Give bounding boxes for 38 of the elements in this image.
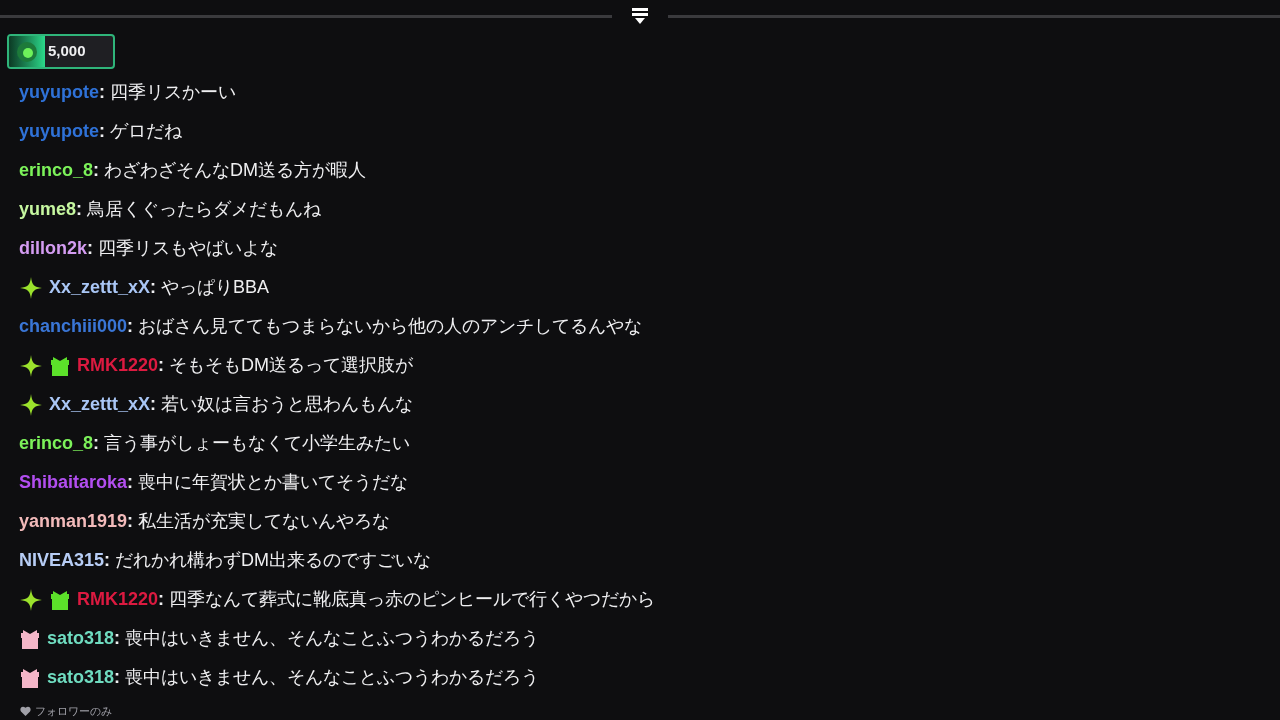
chat-username[interactable]: yanman1919 xyxy=(19,508,128,535)
chat-message: : そもそもDM送るって選択肢が xyxy=(158,354,414,377)
chat-username[interactable]: yuyupote xyxy=(19,79,99,106)
chat-message: : 喪中はいきません、そんなことふつうわかるだろう xyxy=(114,666,540,689)
chat-username[interactable]: erinco_8 xyxy=(19,430,94,457)
chat-username[interactable]: chanchiii000 xyxy=(19,313,128,340)
chat-message: : 言う事がしょーもなくて小学生みたい xyxy=(93,432,411,455)
chat-message: : わざわざそんなDM送る方が暇人 xyxy=(93,159,367,182)
chat-message: : 四季リスかーい xyxy=(99,81,237,104)
chat-message: : おばさん見ててもつまらないから他の人のアンチしてるんやな xyxy=(127,315,643,338)
chat-username[interactable]: Xx_zettt_xX xyxy=(49,391,151,418)
chat-username[interactable]: Xx_zettt_xX xyxy=(49,274,151,301)
chat-username[interactable]: yuyupote xyxy=(19,118,99,145)
chat-username[interactable]: RMK1220 xyxy=(77,352,159,379)
chat-message: : ゲロだね xyxy=(99,120,183,143)
chat-message: : 鳥居くぐったらダメだもんね xyxy=(76,198,322,221)
chat-username[interactable]: dillon2k xyxy=(19,235,87,262)
chat-username[interactable]: sato318 xyxy=(47,664,115,691)
chat-message: : 喪中に年賀状とか書いてそうだな xyxy=(127,471,409,494)
chat-message: : 四季なんて葬式に靴底真っ赤のピンヒールで行くやつだから xyxy=(158,588,656,611)
collapse-icon[interactable] xyxy=(630,7,650,25)
chat-message: : 四季リスもやばいよな xyxy=(87,237,279,260)
chat-username[interactable]: NIVEA315 xyxy=(19,547,105,574)
chat-username[interactable]: erinco_8 xyxy=(19,157,94,184)
chat-message: : 私生活が充実してないんやろな xyxy=(127,510,391,533)
followers-only-label: フォロワーのみ xyxy=(35,704,112,719)
chat-message: : 若い奴は言おうと思わんもんな xyxy=(150,393,414,416)
pinned-pill[interactable]: 5,000 xyxy=(7,34,115,69)
chat-message: : 喪中はいきません、そんなことふつうわかるだろう xyxy=(114,627,540,650)
orb-icon xyxy=(16,40,38,63)
chat-username[interactable]: RMK1220 xyxy=(77,586,159,613)
chat-username[interactable]: sato318 xyxy=(47,625,115,652)
chat-message: : やっぱりBBA xyxy=(150,276,270,299)
chat-username[interactable]: Shibaitaroka xyxy=(19,469,128,496)
pinned-amount: 5,000 xyxy=(48,41,86,62)
heart-icon xyxy=(20,706,31,717)
chat-message: : だれかれ構わずDM出来るのですごいな xyxy=(104,549,432,572)
chat-username[interactable]: yume8 xyxy=(19,196,77,223)
